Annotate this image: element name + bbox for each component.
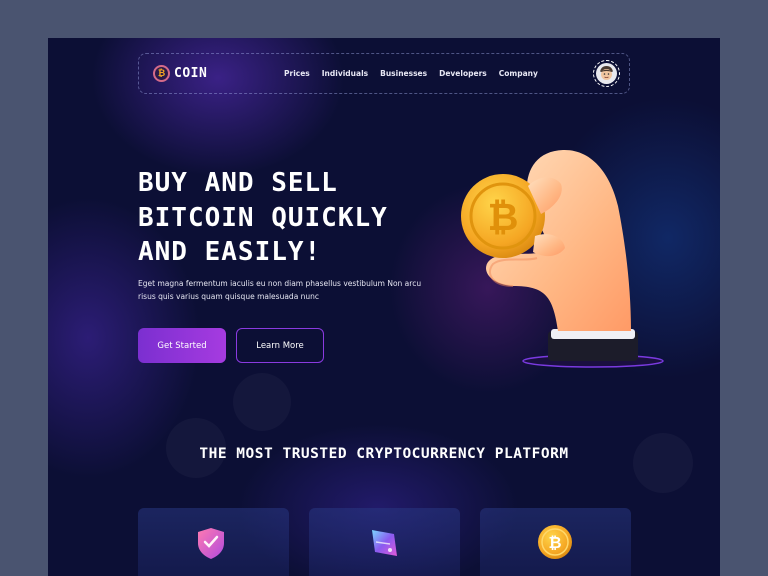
landing-page: ₿ COIN Prices Individuals Businesses Dev… xyxy=(48,38,720,576)
avatar-face-icon xyxy=(596,63,617,84)
get-started-button[interactable]: Get Started xyxy=(138,328,226,363)
shield-icon xyxy=(198,528,224,559)
nav-menu: Prices Individuals Businesses Developers… xyxy=(284,69,538,78)
bitcoin-coin-icon: ₿ xyxy=(538,525,572,559)
hero-subtitle: Eget magna fermentum iaculis eu non diam… xyxy=(138,279,422,301)
hero-title: BUY AND SELL BITCOIN QUICKLY AND EASILY! xyxy=(138,168,388,267)
nav-item-developers[interactable]: Developers xyxy=(439,69,487,78)
svg-text:₿: ₿ xyxy=(548,533,561,552)
brand-logo[interactable]: ₿ COIN xyxy=(153,65,207,82)
wallet-card-icon xyxy=(372,530,397,556)
bitcoin-logo-icon: ₿ xyxy=(153,65,170,82)
nav-item-businesses[interactable]: Businesses xyxy=(380,69,427,78)
feature-card xyxy=(309,508,460,576)
user-avatar[interactable] xyxy=(593,60,620,87)
top-nav: ₿ COIN Prices Individuals Businesses Dev… xyxy=(138,53,630,94)
decor-bubble xyxy=(233,373,291,431)
brand-name: COIN xyxy=(174,66,208,81)
nav-item-individuals[interactable]: Individuals xyxy=(322,69,368,78)
svg-text:₿: ₿ xyxy=(488,195,519,239)
learn-more-button[interactable]: Learn More xyxy=(236,328,324,363)
nav-item-company[interactable]: Company xyxy=(499,69,538,78)
nav-item-prices[interactable]: Prices xyxy=(284,69,310,78)
section-title: THE MOST TRUSTED CRYPTOCURRENCY PLATFORM xyxy=(199,446,569,462)
feature-card: ₿ xyxy=(480,508,631,576)
feature-card xyxy=(138,508,289,576)
hand-holding-bitcoin-icon: ₿ xyxy=(461,149,664,368)
